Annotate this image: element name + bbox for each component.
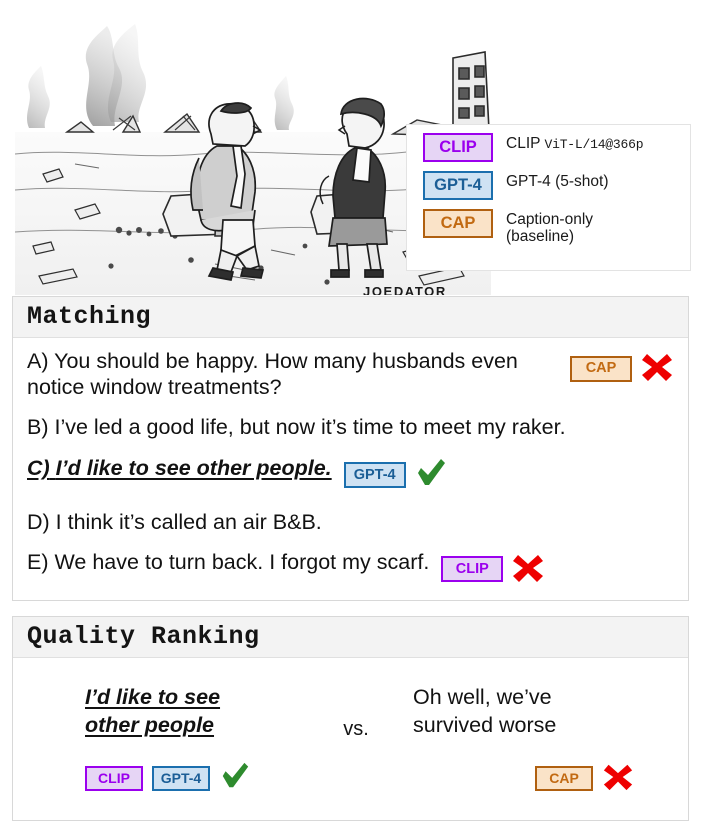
matching-option-b-label: B) bbox=[27, 415, 49, 440]
legend-desc-clip: CLIP ViT-L/14@366p bbox=[506, 133, 644, 153]
cross-icon bbox=[640, 349, 674, 388]
matching-option-a-body: You should be happy. How many husbands e… bbox=[27, 349, 518, 400]
check-icon bbox=[219, 760, 251, 797]
cartoon-signature: JOEDATOR bbox=[363, 284, 447, 295]
quality-ranking-comparison: I’d like to see other people CLIP GPT-4 … bbox=[27, 668, 674, 797]
badge-gpt4: GPT-4 bbox=[423, 171, 493, 200]
matching-option-c-annotations: GPT-4 bbox=[343, 455, 448, 495]
matching-section-title: Matching bbox=[13, 297, 688, 338]
quality-ranking-vs-label: vs. bbox=[343, 718, 369, 740]
matching-option-e: E) We have to turn back. I forgot my sca… bbox=[27, 549, 674, 589]
cross-icon bbox=[511, 550, 545, 589]
matching-option-a: A) You should be happy. How many husband… bbox=[27, 348, 674, 400]
matching-option-a-annotations: CAP bbox=[570, 348, 674, 388]
matching-option-d-text: D) I think it’s called an air B&B. bbox=[27, 509, 322, 535]
quality-ranking-body: I’d like to see other people CLIP GPT-4 … bbox=[13, 658, 688, 809]
matching-option-a-label: A) bbox=[27, 349, 49, 373]
legend-desc-cap: Caption-only (baseline) bbox=[506, 211, 594, 246]
matching-option-c-body: I’d like to see other people. bbox=[55, 455, 332, 480]
badge-clip: CLIP bbox=[85, 765, 143, 791]
legend-desc-gpt4: GPT-4 (5-shot) bbox=[506, 173, 609, 190]
matching-option-b-text: B) I’ve led a good life, but now it’s ti… bbox=[27, 414, 566, 440]
check-icon bbox=[414, 456, 448, 495]
badge-cap: CAP bbox=[535, 765, 593, 791]
quality-ranking-section-title: Quality Ranking bbox=[13, 617, 688, 658]
legend-panel: CLIP CLIP ViT-L/14@366p GPT-4 GPT-4 (5-s… bbox=[406, 124, 691, 271]
legend-desc-clip-main: CLIP bbox=[506, 135, 541, 152]
matching-option-e-annotations: CLIP bbox=[441, 549, 545, 589]
quality-ranking-section: Quality Ranking I’d like to see other pe… bbox=[12, 616, 689, 821]
badge-cap: CAP bbox=[570, 355, 632, 382]
badge-gpt4: GPT-4 bbox=[152, 765, 210, 791]
matching-option-d-label: D) bbox=[27, 509, 50, 534]
legend-item-gpt4: GPT-4 GPT-4 (5-shot) bbox=[407, 171, 690, 209]
badge-gpt4: GPT-4 bbox=[343, 462, 406, 489]
legend-item-clip: CLIP CLIP ViT-L/14@366p bbox=[407, 133, 690, 171]
matching-option-d-body: I think it’s called an air B&B. bbox=[55, 509, 322, 534]
matching-option-b: B) I’ve led a good life, but now it’s ti… bbox=[27, 414, 674, 440]
quality-ranking-left-annotations: CLIP GPT-4 bbox=[85, 760, 317, 797]
matching-option-c-text: C) I’d like to see other people. bbox=[27, 455, 332, 481]
matching-option-e-label: E) bbox=[27, 549, 49, 574]
matching-option-e-text: E) We have to turn back. I forgot my sca… bbox=[27, 549, 429, 575]
quality-ranking-right-caption: Oh well, we’ve survived worse bbox=[413, 685, 557, 737]
matching-section: Matching A) You should be happy. How man… bbox=[12, 296, 689, 601]
legend-desc-clip-model: ViT-L/14@366p bbox=[544, 137, 644, 152]
matching-option-c-label: C) bbox=[27, 455, 50, 480]
matching-option-d: D) I think it’s called an air B&B. bbox=[27, 509, 674, 535]
matching-option-c: C) I’d like to see other people. GPT-4 bbox=[27, 455, 674, 495]
legend-item-cap: CAP Caption-only (baseline) bbox=[407, 209, 690, 257]
quality-ranking-left-candidate: I’d like to see other people CLIP GPT-4 bbox=[27, 684, 317, 797]
quality-ranking-right-candidate: Oh well, we’ve survived worse CAP bbox=[395, 684, 645, 797]
matching-option-a-text: A) You should be happy. How many husband… bbox=[27, 348, 556, 400]
matching-option-e-body: We have to turn back. I forgot my scarf. bbox=[54, 549, 430, 574]
quality-ranking-right-annotations: CAP bbox=[535, 760, 645, 797]
badge-cap: CAP bbox=[423, 209, 493, 238]
badge-clip: CLIP bbox=[441, 556, 504, 583]
matching-option-b-body: I’ve led a good life, but now it’s time … bbox=[54, 415, 566, 440]
quality-ranking-left-caption: I’d like to see other people bbox=[85, 685, 221, 737]
cross-icon bbox=[602, 760, 634, 797]
badge-clip: CLIP bbox=[423, 133, 493, 162]
matching-options-list: A) You should be happy. How many husband… bbox=[13, 338, 688, 615]
